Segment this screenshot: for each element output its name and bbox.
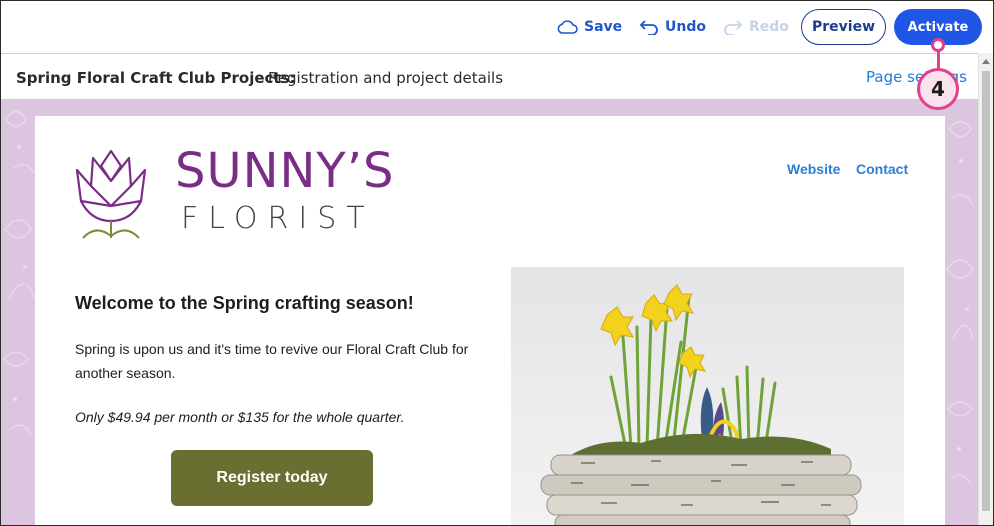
pricing-text: Only $49.94 per month or $135 for the wh…: [75, 409, 405, 425]
page-subtitle: Registration and project details: [268, 69, 504, 87]
website-link[interactable]: Website: [787, 161, 840, 177]
scroll-thumb[interactable]: [982, 71, 990, 511]
top-toolbar: Save Undo Redo Preview Activate: [1, 1, 993, 53]
cloud-icon: [556, 19, 578, 35]
preview-button[interactable]: Preview: [801, 9, 886, 45]
redo-icon: [723, 19, 743, 35]
undo-icon: [639, 19, 659, 35]
floral-arrangement-image: [511, 267, 904, 525]
undo-label: Undo: [665, 19, 706, 35]
scroll-up-arrow-icon[interactable]: [982, 59, 990, 64]
logo-brand-text: SUNNY’S: [175, 143, 395, 199]
save-label: Save: [584, 19, 623, 35]
title-bar: Spring Floral Craft Club Projects: Regis…: [1, 53, 978, 99]
logo-tagline-text: FLORIST: [181, 201, 375, 236]
register-button[interactable]: Register today: [171, 450, 373, 506]
save-button[interactable]: Save: [556, 9, 622, 45]
intro-text: Spring is upon us and it's time to reviv…: [75, 341, 469, 381]
step-callout-badge: 4: [917, 68, 959, 110]
contact-link[interactable]: Contact: [856, 161, 908, 177]
app-window: Save Undo Redo Preview Activate Spring F…: [0, 0, 994, 526]
vertical-scrollbar[interactable]: [978, 53, 993, 525]
redo-button[interactable]: Redo: [723, 9, 789, 45]
undo-button[interactable]: Undo: [639, 9, 706, 45]
page-title: Spring Floral Craft Club Projects:: [16, 69, 296, 87]
redo-label: Redo: [749, 19, 789, 35]
welcome-heading: Welcome to the Spring crafting season!: [75, 293, 414, 313]
callout-anchor-dot: [931, 38, 945, 52]
